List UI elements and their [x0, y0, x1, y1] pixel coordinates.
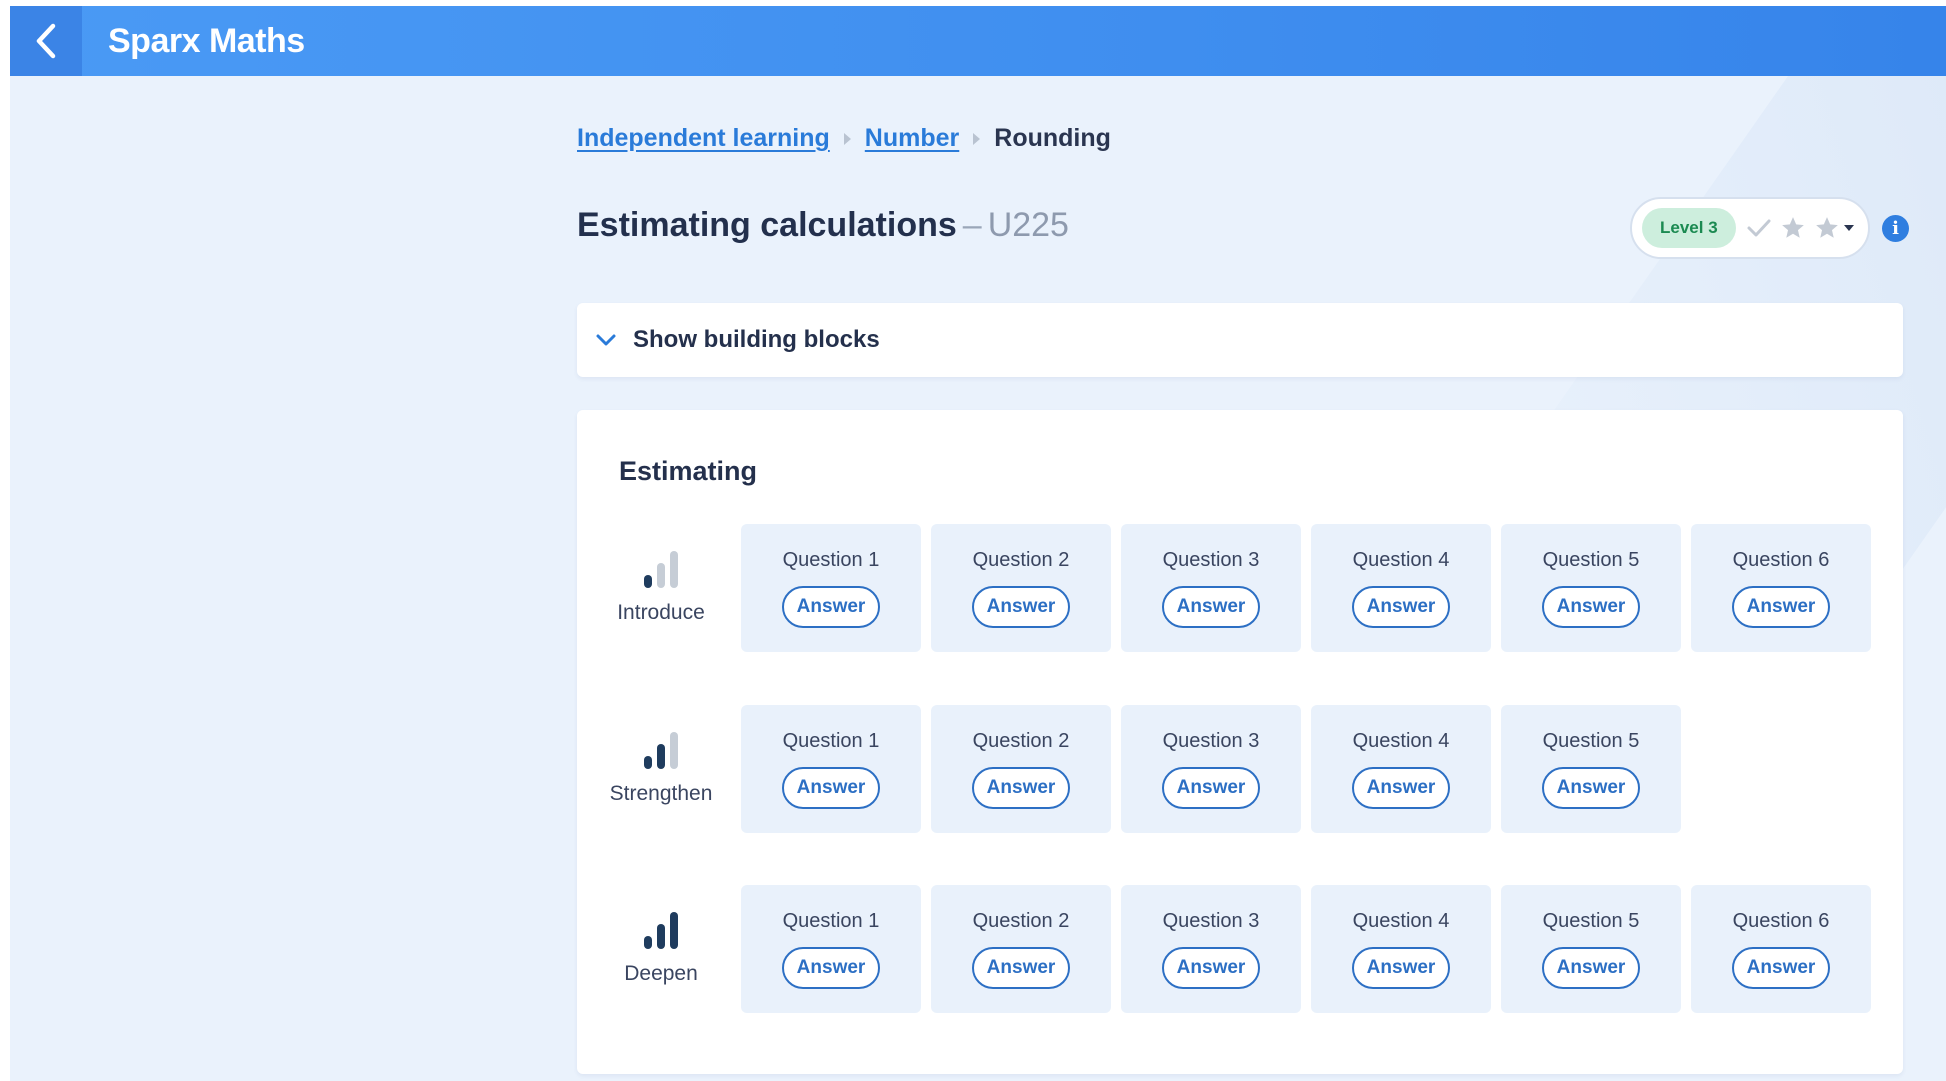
page-title: Estimating calculations [577, 206, 957, 244]
title-row: Estimating calculations – U225 [577, 206, 1069, 245]
chevron-down-icon [596, 334, 616, 346]
question-tile: Question 4 Answer [1311, 885, 1491, 1013]
question-tile: Question 4 Answer [1311, 705, 1491, 833]
question-label: Question 2 [972, 730, 1070, 752]
level-label: Introduce [595, 549, 727, 625]
show-building-blocks-toggle[interactable]: Show building blocks [577, 303, 1903, 377]
building-blocks-label: Show building blocks [633, 326, 880, 353]
question-label: Question 1 [782, 549, 880, 571]
answer-button[interactable]: Answer [1542, 947, 1640, 989]
question-tile: Question 1 Answer [741, 524, 921, 652]
answer-button[interactable]: Answer [972, 586, 1070, 628]
question-label: Question 6 [1732, 910, 1830, 932]
answer-button[interactable]: Answer [1542, 767, 1640, 809]
question-tile: Question 3 Answer [1121, 524, 1301, 652]
level-row-strengthen: Strengthen Question 1 Answer Question 2 An… [577, 705, 1903, 833]
question-tile: Question 5 Answer [1501, 885, 1681, 1013]
question-tile: Question 3 Answer [1121, 885, 1301, 1013]
chevron-left-icon [36, 23, 56, 59]
question-label: Question 5 [1542, 730, 1640, 752]
question-tile: Question 1 Answer [741, 885, 921, 1013]
question-label: Question 4 [1352, 910, 1450, 932]
question-tile: Question 2 Answer [931, 885, 1111, 1013]
section-title: Estimating [619, 456, 758, 486]
breadcrumb-independent-learning[interactable]: Independent learning [577, 124, 830, 153]
answer-button[interactable]: Answer [1162, 586, 1260, 628]
question-label: Question 4 [1352, 549, 1450, 571]
level-selector[interactable]: Level 3 [1630, 197, 1870, 259]
chevron-down-icon [1843, 225, 1854, 231]
question-tile: Question 2 Answer [931, 524, 1111, 652]
answer-button[interactable]: Answer [1352, 767, 1450, 809]
question-label: Question 4 [1352, 730, 1450, 752]
star-icon [1781, 217, 1804, 238]
answer-button[interactable]: Answer [1352, 947, 1450, 989]
signal-bars-icon [644, 912, 678, 949]
answer-button[interactable]: Answer [1352, 586, 1450, 628]
level-row-introduce: Introduce Question 1 Answer Question 2 Ans… [577, 524, 1903, 652]
app-brand: Sparx Maths [108, 21, 305, 60]
signal-bars-icon [644, 732, 678, 769]
level-badge: Level 3 [1642, 208, 1736, 248]
answer-button[interactable]: Answer [782, 586, 880, 628]
back-button[interactable] [10, 6, 82, 76]
level-name: Introduce [617, 601, 705, 624]
question-tile: Question 4 Answer [1311, 524, 1491, 652]
app-window: Sparx Maths Independent learning Number … [10, 6, 1946, 1081]
answer-button[interactable]: Answer [1732, 586, 1830, 628]
breadcrumb-separator-icon [843, 132, 851, 145]
star-icon [1815, 217, 1838, 238]
level-label: Deepen [595, 910, 727, 986]
question-tile: Question 6 Answer [1691, 885, 1871, 1013]
top-bar: Sparx Maths [10, 6, 1946, 76]
question-label: Question 2 [972, 549, 1070, 571]
answer-button[interactable]: Answer [782, 767, 880, 809]
topic-code: U225 [987, 206, 1069, 244]
answer-button[interactable]: Answer [1162, 947, 1260, 989]
check-icon [1747, 219, 1771, 237]
answer-button[interactable]: Answer [782, 947, 880, 989]
breadcrumb: Independent learning Number Rounding [577, 124, 1111, 153]
question-tile: Question 5 Answer [1501, 524, 1681, 652]
answer-button[interactable]: Answer [972, 947, 1070, 989]
question-label: Question 2 [972, 910, 1070, 932]
info-icon[interactable]: i [1882, 215, 1909, 242]
title-separator: – [962, 206, 982, 244]
question-tile: Question 2 Answer [931, 705, 1111, 833]
level-name: Strengthen [609, 782, 713, 805]
question-label: Question 3 [1162, 730, 1260, 752]
question-tile: Question 1 Answer [741, 705, 921, 833]
breadcrumb-separator-icon [973, 132, 981, 145]
answer-button[interactable]: Answer [1162, 767, 1260, 809]
answer-button[interactable]: Answer [972, 767, 1070, 809]
level-label: Strengthen [595, 730, 727, 806]
breadcrumb-number[interactable]: Number [865, 124, 959, 153]
question-label: Question 5 [1542, 910, 1640, 932]
level-row-deepen: Deepen Question 1 Answer Question 2 Answer… [577, 885, 1903, 1013]
question-label: Question 1 [782, 730, 880, 752]
question-label: Question 3 [1162, 549, 1260, 571]
question-label: Question 6 [1732, 549, 1830, 571]
breadcrumb-current: Rounding [994, 124, 1111, 152]
question-label: Question 3 [1162, 910, 1260, 932]
answer-button[interactable]: Answer [1542, 586, 1640, 628]
question-label: Question 1 [782, 910, 880, 932]
estimating-card: Estimating Introduce Question 1 Answer Qu… [577, 410, 1903, 1074]
question-tile: Question 3 Answer [1121, 705, 1301, 833]
question-label: Question 5 [1542, 549, 1640, 571]
level-name: Deepen [624, 962, 698, 985]
question-tile: Question 5 Answer [1501, 705, 1681, 833]
question-tile: Question 6 Answer [1691, 524, 1871, 652]
signal-bars-icon [644, 551, 678, 588]
answer-button[interactable]: Answer [1732, 947, 1830, 989]
